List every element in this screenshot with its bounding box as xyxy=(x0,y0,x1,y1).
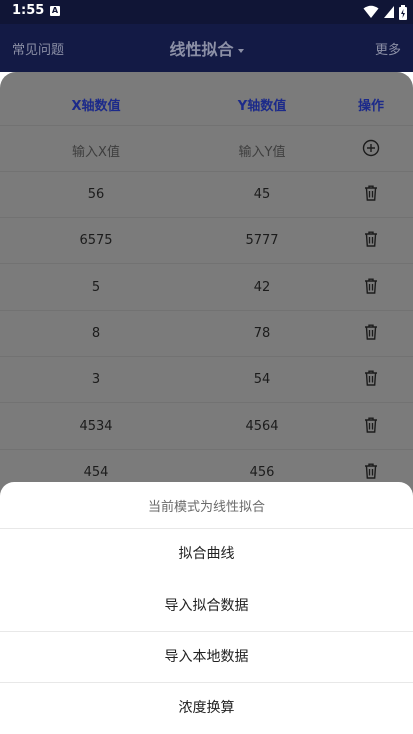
divider xyxy=(0,682,413,683)
x-value[interactable]: 56 xyxy=(26,187,166,202)
notification-icon: A xyxy=(50,6,60,16)
x-value[interactable]: 5 xyxy=(26,280,166,295)
trash-icon xyxy=(365,278,377,294)
mode-selector[interactable]: 线性拟合 xyxy=(0,36,413,60)
input-row: 输入X值 输入Y值 xyxy=(0,126,413,172)
y-value[interactable]: 78 xyxy=(192,326,332,341)
y-value[interactable]: 42 xyxy=(192,280,332,295)
table-row: 3 54 xyxy=(0,357,413,404)
y-value[interactable]: 4564 xyxy=(192,419,332,434)
x-value[interactable]: 454 xyxy=(26,465,166,480)
table-header: X轴数值 Y轴数值 操作 xyxy=(0,80,413,126)
table-row: 6575 5777 xyxy=(0,218,413,265)
y-input[interactable]: 输入Y值 xyxy=(192,141,332,160)
x-input[interactable]: 输入X值 xyxy=(26,141,166,160)
trash-icon xyxy=(365,231,377,247)
trash-icon xyxy=(365,417,377,433)
x-value[interactable]: 8 xyxy=(26,326,166,341)
concentration-conversion-option[interactable]: 浓度换算 xyxy=(0,685,413,731)
more-link[interactable]: 更多 xyxy=(375,39,401,58)
table-row: 8 78 xyxy=(0,311,413,357)
app-bar: 常见问题 线性拟合 更多 xyxy=(0,24,413,72)
y-column-header: Y轴数值 xyxy=(237,99,287,114)
x-column-header: X轴数值 xyxy=(71,99,121,114)
status-bar: 1:55 A xyxy=(0,0,413,24)
fit-curve-option[interactable]: 拟合曲线 xyxy=(0,531,413,577)
status-time: 1:55 xyxy=(12,3,45,18)
trash-icon xyxy=(365,324,377,340)
table-row: 5 42 xyxy=(0,265,413,311)
delete-row-button[interactable] xyxy=(356,417,386,437)
import-fit-data-option[interactable]: 导入拟合数据 xyxy=(0,583,413,629)
mode-bottom-sheet: 当前模式为线性拟合 拟合曲线 导入拟合数据 导入本地数据 浓度换算 xyxy=(0,482,413,734)
add-circle-icon xyxy=(362,139,380,157)
x-value[interactable]: 4534 xyxy=(26,419,166,434)
sheet-title: 当前模式为线性拟合 xyxy=(147,500,265,515)
wifi-icon xyxy=(363,5,379,18)
delete-row-button[interactable] xyxy=(356,324,386,344)
y-value[interactable]: 54 xyxy=(192,372,332,387)
table-row: 4534 4564 xyxy=(0,404,413,450)
add-button[interactable] xyxy=(356,139,386,159)
x-value[interactable]: 6575 xyxy=(26,233,166,248)
trash-icon xyxy=(365,463,377,479)
trash-icon xyxy=(365,185,377,201)
y-value[interactable]: 5777 xyxy=(192,233,332,248)
divider xyxy=(0,631,413,632)
delete-row-button[interactable] xyxy=(356,278,386,298)
caret-down-icon xyxy=(237,48,244,53)
trash-icon xyxy=(365,370,377,386)
delete-row-button[interactable] xyxy=(356,463,386,483)
import-local-data-option[interactable]: 导入本地数据 xyxy=(0,634,413,680)
signal-icon xyxy=(384,6,394,18)
y-value[interactable]: 456 xyxy=(192,465,332,480)
battery-icon xyxy=(399,4,407,20)
divider xyxy=(0,528,413,529)
page-title: 线性拟合 xyxy=(169,40,234,59)
y-value[interactable]: 45 xyxy=(192,187,332,202)
x-value[interactable]: 3 xyxy=(26,372,166,387)
table-row: 56 45 xyxy=(0,172,413,218)
delete-row-button[interactable] xyxy=(356,231,386,251)
action-column-header: 操作 xyxy=(357,99,384,114)
delete-row-button[interactable] xyxy=(356,185,386,205)
delete-row-button[interactable] xyxy=(356,370,386,390)
